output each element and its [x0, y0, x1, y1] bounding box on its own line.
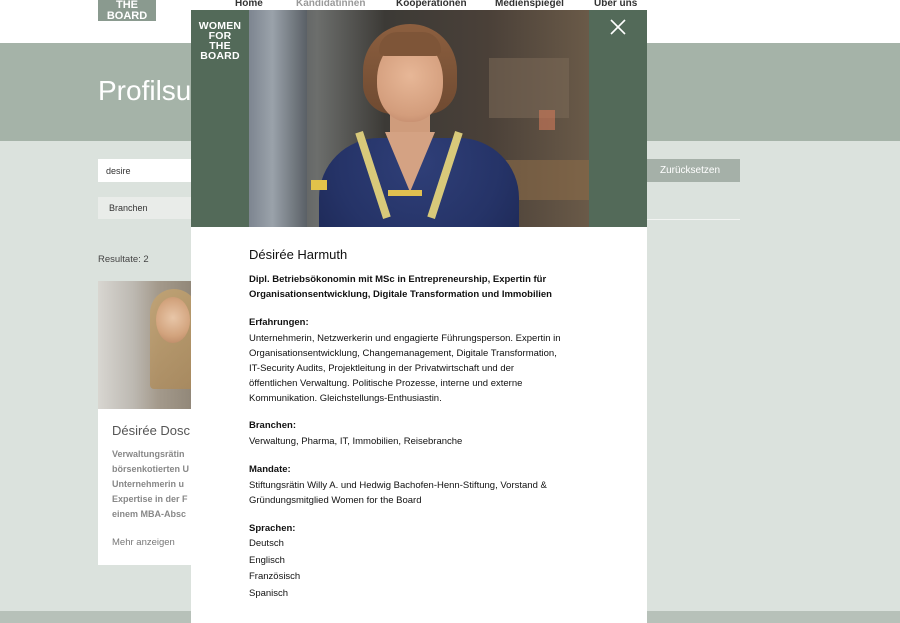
- mandate-line: Gründungsmitglied Women for the Board: [249, 495, 422, 506]
- profile-modal: WOMEN FOR THE BOARD Désirée Harmuth Dipl…: [191, 10, 647, 623]
- photo-badge: [388, 190, 422, 196]
- sprachen-heading: Sprachen:: [249, 523, 296, 534]
- photo-bangs: [379, 32, 441, 56]
- erfahrungen-line: Kommunikation. Gleichstellungs-Enthusias…: [249, 393, 442, 404]
- mandate-text: Stiftungsrätin Willy A. und Hedwig Bacho…: [249, 478, 609, 508]
- candidate-description-line: einem MBA-Absc: [112, 509, 187, 519]
- language-item: Spanisch: [249, 588, 289, 599]
- results-count: Resultate: 2: [98, 254, 149, 265]
- close-button[interactable]: [607, 16, 629, 38]
- profile-title-line: Organisationsentwicklung, Digitale Trans…: [249, 289, 552, 300]
- candidate-description-line: Unternehmerin u: [112, 479, 185, 489]
- nav-home[interactable]: Home: [235, 0, 263, 9]
- candidate-description: Verwaltungsrätin börsenkotierten U Unter…: [112, 447, 198, 522]
- nav-kooperationen[interactable]: Kooperationen: [396, 0, 467, 9]
- site-logo-line-2: BOARD: [106, 10, 148, 22]
- photo-window: [249, 10, 307, 227]
- erfahrungen-line: öffentlichen Verwaltung. Politische Proz…: [249, 378, 523, 389]
- candidate-photo: [98, 281, 198, 409]
- search-input[interactable]: [98, 159, 198, 182]
- profile-title-line: Dipl. Betriebsökonomin mit MSc in Entrep…: [249, 274, 547, 285]
- branchen-text: Verwaltung, Pharma, IT, Immobilien, Reis…: [249, 434, 609, 449]
- nav-medienspiegel[interactable]: Medienspiegel: [495, 0, 564, 9]
- mandate-line: Stiftungsrätin Willy A. und Hedwig Bacho…: [249, 480, 547, 491]
- profile-name: Désirée Harmuth: [249, 247, 348, 262]
- photo-face: [156, 297, 190, 343]
- close-icon: [610, 19, 626, 35]
- erfahrungen-line: Organisationsentwicklung, Changemanageme…: [249, 348, 557, 359]
- photo-badge: [311, 180, 327, 190]
- profile-title: Dipl. Betriebsökonomin mit MSc in Entrep…: [249, 272, 609, 302]
- erfahrungen-line: IT-Security Audits, Projektleitung in de…: [249, 363, 515, 374]
- candidate-description-line: Verwaltungsrätin: [112, 449, 185, 459]
- profile-photo: [249, 10, 589, 227]
- language-item: Französisch: [249, 571, 301, 582]
- nav-ueber-uns[interactable]: Über uns: [594, 0, 637, 9]
- language-item: Deutsch: [249, 538, 284, 549]
- photo-shelf: [489, 58, 569, 118]
- show-more-link[interactable]: Mehr anzeigen: [112, 537, 175, 548]
- reset-button[interactable]: Zurücksetzen: [640, 159, 740, 182]
- women-for-the-board-logo: WOMEN FOR THE BOARD: [191, 10, 249, 68]
- erfahrungen-text: Unternehmerin, Netzwerkerin und engagier…: [249, 331, 609, 406]
- candidate-card[interactable]: Désirée Dosc Verwaltungsrätin börsenkoti…: [98, 281, 198, 565]
- candidate-name: Désirée Dosc: [112, 423, 191, 438]
- mandate-heading: Mandate:: [249, 464, 291, 475]
- language-item: Englisch: [249, 555, 285, 566]
- filter-divider: [640, 219, 740, 220]
- page-title: Profilsu: [98, 75, 192, 106]
- branchen-heading: Branchen:: [249, 420, 296, 431]
- modal-logo-line-4: BOARD: [200, 50, 240, 62]
- nav-kandidatinnen[interactable]: Kandidatinnen: [296, 0, 365, 9]
- branchen-filter[interactable]: Branchen: [98, 197, 198, 219]
- modal-header: WOMEN FOR THE BOARD: [191, 10, 647, 227]
- photo-lamp: [539, 110, 555, 130]
- candidate-description-line: Expertise in der F: [112, 494, 188, 504]
- erfahrungen-heading: Erfahrungen:: [249, 317, 309, 328]
- candidate-description-line: börsenkotierten U: [112, 464, 190, 474]
- branchen-line: Verwaltung, Pharma, IT, Immobilien, Reis…: [249, 436, 463, 447]
- erfahrungen-line: Unternehmerin, Netzwerkerin und engagier…: [249, 333, 561, 344]
